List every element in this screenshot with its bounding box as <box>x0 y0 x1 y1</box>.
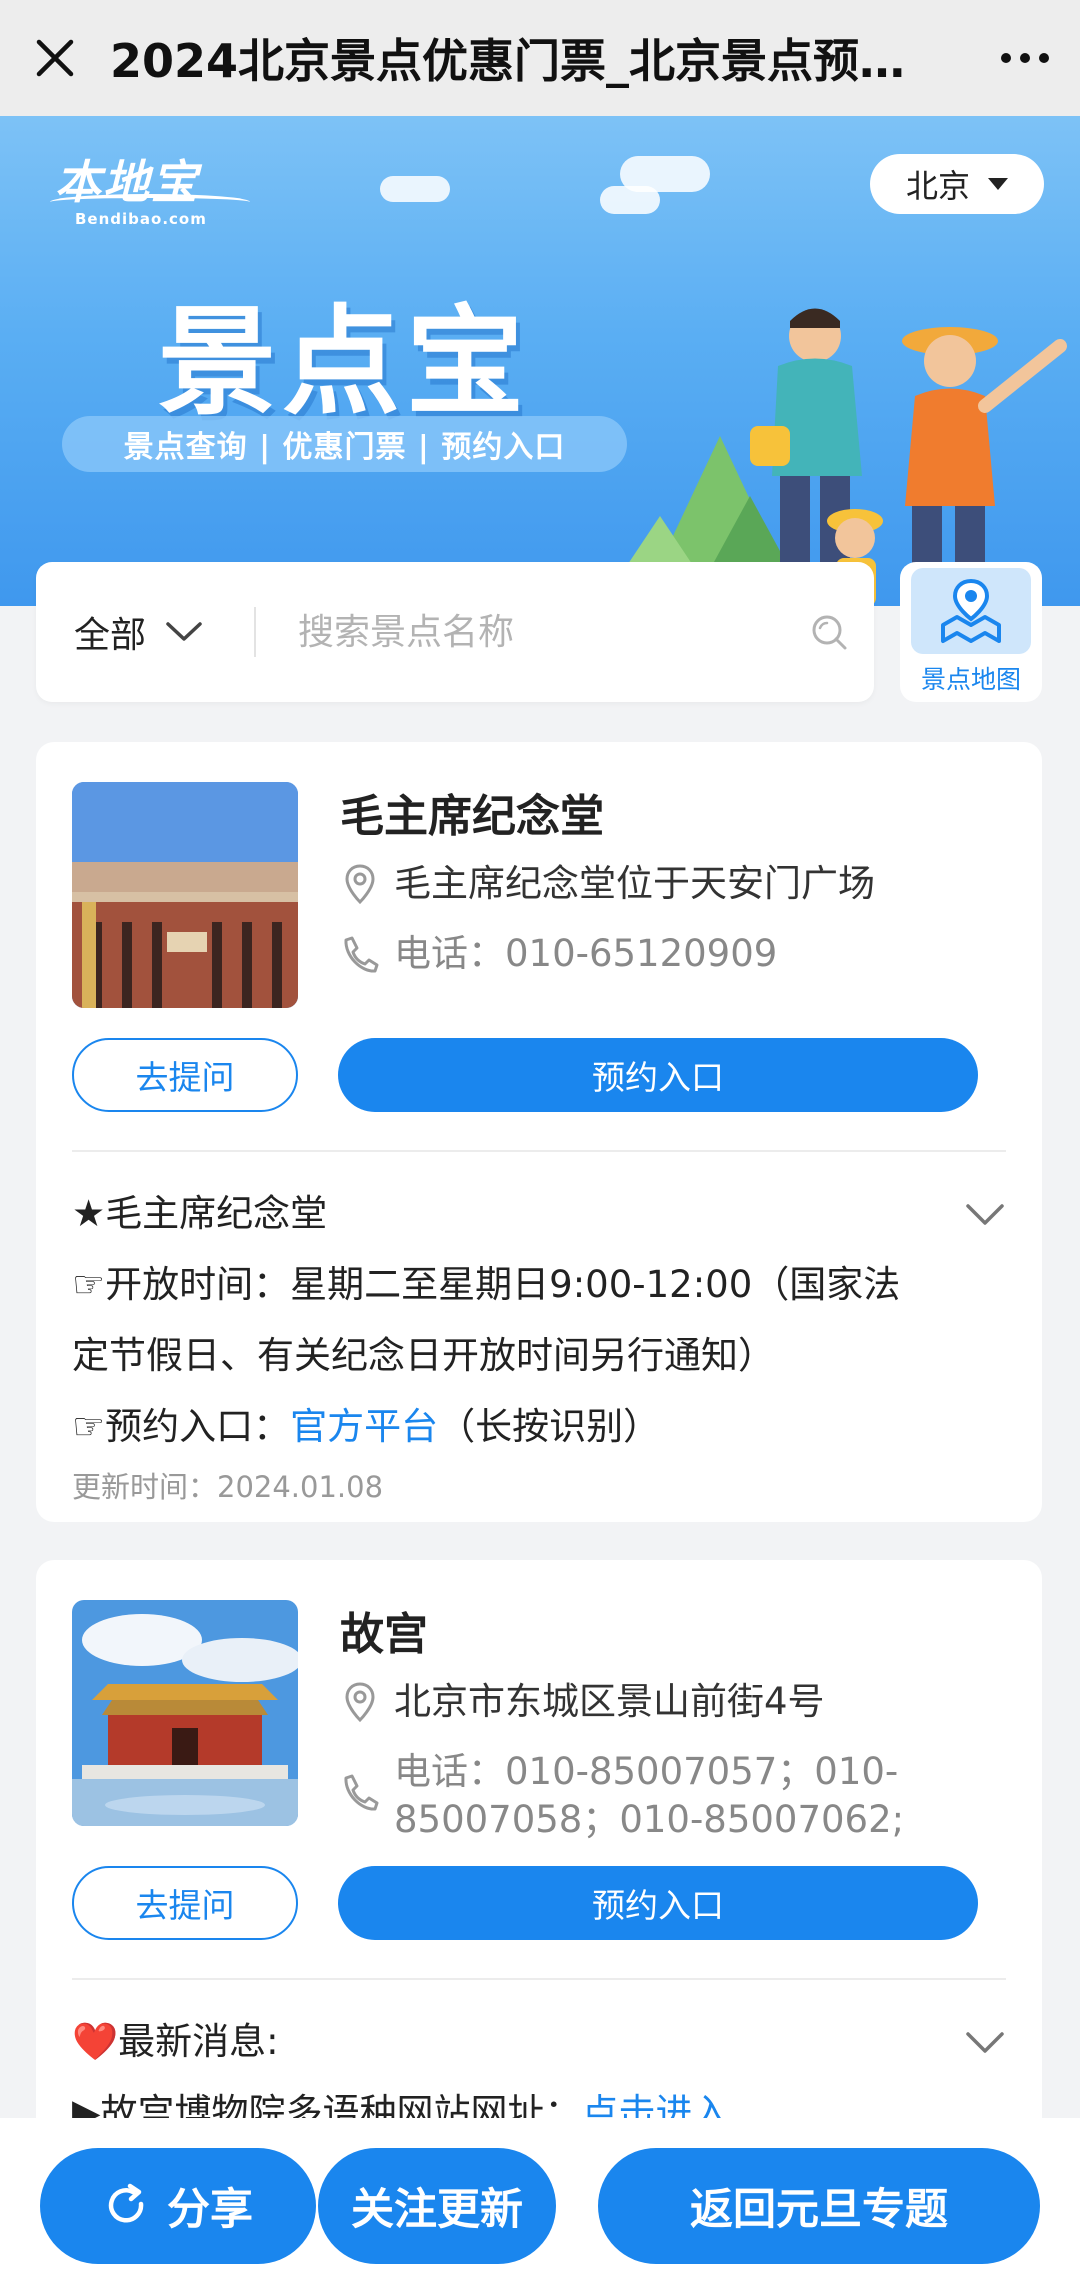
phone-row: 电话：010-85007057；010- 85007058；010-850070… <box>340 1748 904 1844</box>
close-icon <box>36 39 74 77</box>
search-icon <box>812 615 847 650</box>
attraction-phone-line1: 电话：010-85007057；010- <box>394 1750 899 1793</box>
share-icon <box>108 2183 144 2223</box>
attraction-name: 故宫 <box>340 1609 428 1660</box>
attraction-photo <box>72 782 298 1008</box>
updated-time: 更新时间：2024.01.08 <box>72 1470 384 1504</box>
attraction-name: 毛主席纪念堂 <box>340 791 604 842</box>
share-label: 分享 <box>167 2185 253 2235</box>
category-filter[interactable]: 全部 <box>36 606 254 658</box>
attraction-address: 毛主席纪念堂位于天安门广场 <box>394 862 875 905</box>
share-button[interactable]: 分享 <box>40 2148 316 2264</box>
map-pin-icon <box>941 578 1001 643</box>
phone-row: 电话：010-65120909 <box>340 930 777 978</box>
phone-icon <box>344 936 379 973</box>
open-time-label: ☞开放时间： <box>72 1263 291 1306</box>
attraction-photo <box>72 1600 298 1826</box>
location-pin-icon <box>345 864 375 905</box>
bottom-action-bar: 分享 关注更新 返回元旦专题 <box>0 2118 1080 2272</box>
latest-news-title: ❤️最新消息: <box>72 2020 279 2063</box>
address-row: 北京市东城区景山前街4号 <box>340 1678 825 1726</box>
phone-icon <box>344 1774 379 1811</box>
search-bar: 全部 <box>36 562 874 702</box>
back-to-new-year-topic-button[interactable]: 返回元旦专题 <box>598 2148 1040 2264</box>
title-bar: 2024北京景点优惠门票_北京景点预约入口 <box>0 0 1080 116</box>
travelers-illustration <box>600 308 1067 606</box>
details-title: ★毛主席纪念堂 <box>72 1192 328 1235</box>
hero-banner: 本地宝 Bendibao.com 北京 景点宝 景点查询 | 优惠门票 | 预约… <box>0 116 1080 606</box>
booking-label: ☞预约入口： <box>72 1405 291 1448</box>
booking-entry-button[interactable]: 预约入口 <box>338 1038 978 1112</box>
category-filter-label: 全部 <box>74 615 147 656</box>
city-label: 北京 <box>905 167 970 205</box>
ask-question-button[interactable]: 去提问 <box>72 1866 298 1940</box>
attraction-card: 故宫 北京市东城区景山前街4号 电话：010-85007057；010- 850… <box>36 1560 1042 2160</box>
attraction-phone-line2: 85007058；010-85007062; <box>394 1798 905 1841</box>
location-pin-icon <box>345 1682 375 1723</box>
page-title: 2024北京景点优惠门票_北京景点预约入口 <box>110 34 970 88</box>
open-time-value: 星期二至星期日9:00-12:00（国家法 <box>290 1263 901 1306</box>
address-row: 毛主席纪念堂位于天安门广场 <box>340 860 875 908</box>
ask-question-button[interactable]: 去提问 <box>72 1038 298 1112</box>
banner-title: 景点宝 <box>158 293 531 431</box>
bendibao-logo: 本地宝 Bendibao.com <box>50 146 250 228</box>
booking-hint: （长按识别） <box>438 1405 661 1448</box>
attraction-address: 北京市东城区景山前街4号 <box>394 1680 825 1723</box>
open-time-note: 定节假日、有关纪念日开放时间另行通知） <box>72 1334 775 1377</box>
scenic-map-button[interactable]: 景点地图 <box>900 562 1042 702</box>
booking-entry-button[interactable]: 预约入口 <box>338 1866 978 1940</box>
banner-subtitle: 景点查询 | 优惠门票 | 预约入口 <box>62 416 627 472</box>
caret-down-icon <box>988 178 1008 190</box>
follow-updates-button[interactable]: 关注更新 <box>318 2148 556 2264</box>
search-button[interactable] <box>784 612 874 652</box>
more-menu-button[interactable] <box>970 0 1080 116</box>
official-platform-link[interactable]: 官方平台 <box>290 1405 438 1448</box>
chevron-down-icon <box>166 622 202 641</box>
attraction-phone: 电话：010-65120909 <box>394 932 778 975</box>
attraction-card: 毛主席纪念堂 毛主席纪念堂位于天安门广场 电话：010-65120909 去提问… <box>36 742 1042 1522</box>
scenic-map-label: 景点地图 <box>920 665 1021 694</box>
close-button[interactable] <box>0 0 110 116</box>
city-selector[interactable]: 北京 <box>870 154 1044 214</box>
search-input[interactable] <box>298 611 784 653</box>
attraction-details: ★毛主席纪念堂 ☞开放时间：星期二至星期日9:00-12:00（国家法 定节假日… <box>72 1178 1006 1512</box>
